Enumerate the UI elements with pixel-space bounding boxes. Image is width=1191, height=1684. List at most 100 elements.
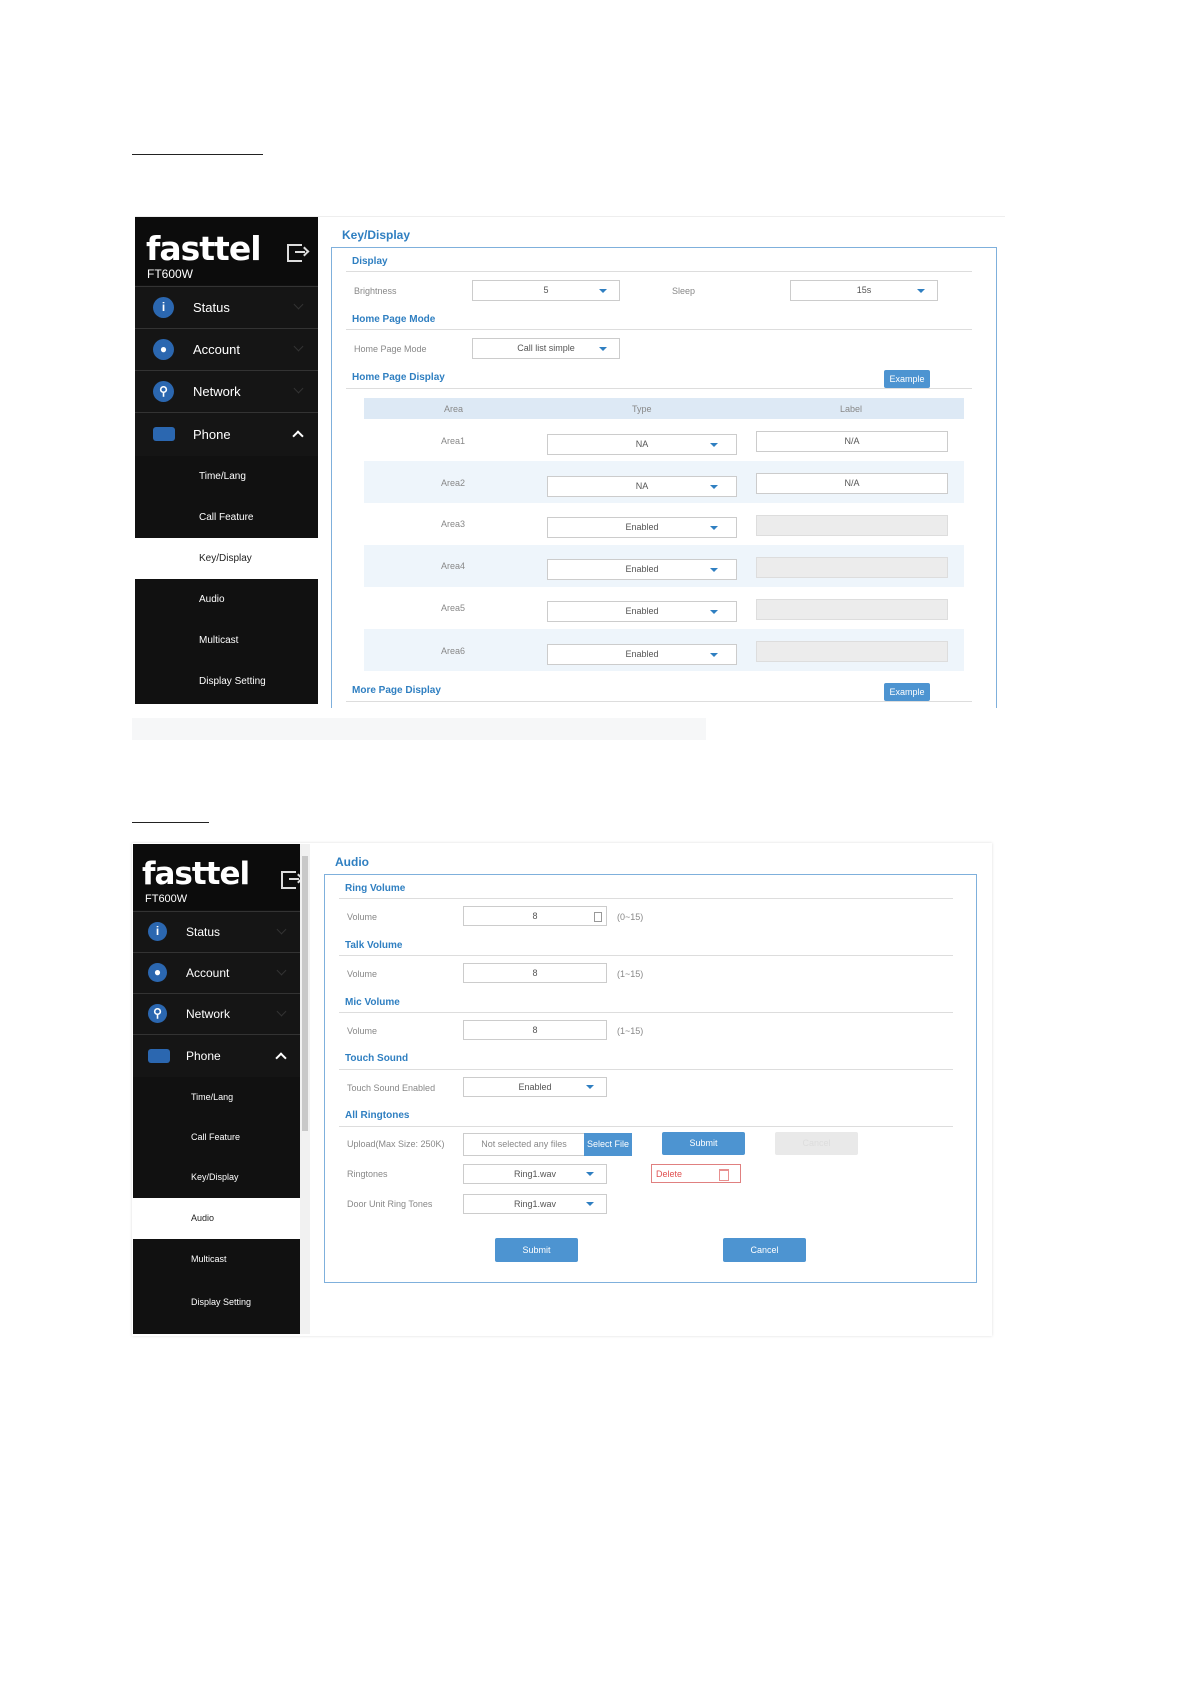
- page-title: Audio: [335, 855, 369, 869]
- type-value: Enabled: [625, 564, 659, 574]
- sub-label: Call Feature: [191, 1132, 241, 1142]
- type-value: Enabled: [625, 649, 659, 659]
- content-frame: Ring Volume Volume 8 (0~15) Talk Volume …: [324, 874, 977, 1283]
- select-file-button[interactable]: Select File: [584, 1133, 632, 1156]
- sub-key-display[interactable]: Key/Display: [135, 538, 318, 579]
- sub-label: Multicast: [199, 635, 239, 646]
- nav-status[interactable]: i Status: [133, 911, 300, 952]
- nav-account[interactable]: ● Account: [133, 952, 300, 993]
- sub-time-lang[interactable]: Time/Lang: [133, 1077, 300, 1117]
- sub-label: Display Setting: [199, 676, 266, 687]
- area-name: Area6: [441, 646, 466, 656]
- type-select[interactable]: Enabled: [547, 559, 737, 580]
- ringtones-label: Ringtones: [347, 1169, 388, 1179]
- upload-cancel-button: Cancel: [775, 1132, 858, 1155]
- chevron-down-icon: [276, 924, 287, 935]
- caret-down-icon: [586, 1085, 594, 1089]
- caret-down-icon: [917, 289, 925, 293]
- sub-display-setting[interactable]: Display Setting: [135, 661, 318, 704]
- nav-phone-label: Phone: [193, 427, 231, 442]
- ring-volume-label: Volume: [347, 912, 378, 922]
- nav-status[interactable]: i Status: [135, 286, 318, 328]
- section-home-page-mode: Home Page Mode: [352, 314, 436, 325]
- section-divider: [339, 1126, 953, 1127]
- chevron-down-icon: [276, 1006, 287, 1017]
- door-unit-value: Ring1.wav: [513, 1199, 557, 1209]
- area-name: Area2: [441, 478, 466, 488]
- sidebar-scrollbar[interactable]: [300, 844, 310, 1334]
- sub-label: Time/Lang: [199, 471, 246, 482]
- caret-down-icon: [586, 1172, 594, 1176]
- sub-multicast[interactable]: Multicast: [133, 1239, 300, 1279]
- table-row: Area6 Enabled: [364, 629, 964, 671]
- nav-account[interactable]: ● Account: [135, 328, 318, 370]
- nav-account-label: Account: [193, 342, 240, 357]
- logo-area: fasttel FT600W: [135, 217, 318, 285]
- nav-phone[interactable]: Phone: [135, 412, 318, 456]
- column-label: Label: [840, 404, 863, 414]
- delete-button[interactable]: Delete: [651, 1164, 741, 1183]
- brightness-label: Brightness: [354, 286, 397, 296]
- type-select[interactable]: NA: [547, 434, 737, 455]
- type-select[interactable]: Enabled: [547, 601, 737, 622]
- table-header: Area Type Label: [364, 398, 964, 419]
- caret-down-icon: [599, 347, 607, 351]
- example-button[interactable]: Example: [884, 683, 930, 701]
- section-ring-volume: Ring Volume: [345, 883, 406, 894]
- section-home-page-display: Home Page Display: [352, 372, 445, 383]
- sub-multicast[interactable]: Multicast: [135, 620, 318, 661]
- sub-key-display[interactable]: Key/Display: [133, 1157, 300, 1198]
- section-display: Display: [352, 256, 388, 267]
- nav-phone[interactable]: Phone: [133, 1034, 300, 1077]
- mic-volume-range: (1~15): [617, 1026, 644, 1036]
- type-select[interactable]: Enabled: [547, 517, 737, 538]
- type-value: NA: [635, 439, 649, 449]
- label-input[interactable]: N/A: [756, 473, 948, 494]
- upload-submit-button[interactable]: Submit: [662, 1132, 745, 1155]
- section-divider: [346, 701, 972, 702]
- touch-sound-select[interactable]: Enabled: [463, 1077, 607, 1097]
- sub-display-setting[interactable]: Display Setting: [133, 1279, 300, 1334]
- table-row: Area3 Enabled: [364, 503, 964, 545]
- sleep-select[interactable]: 15s: [790, 280, 938, 301]
- nav-network[interactable]: ⚲ Network: [133, 993, 300, 1034]
- brightness-select[interactable]: 5: [472, 280, 620, 301]
- chevron-up-icon: [292, 430, 304, 442]
- talk-volume-input[interactable]: 8: [463, 963, 607, 983]
- label-input[interactable]: N/A: [756, 431, 948, 452]
- ring-volume-input[interactable]: 8: [463, 906, 607, 926]
- type-select[interactable]: Enabled: [547, 644, 737, 665]
- sub-time-lang[interactable]: Time/Lang: [135, 456, 318, 497]
- ringtones-select[interactable]: Ring1.wav: [463, 1164, 607, 1184]
- section-divider: [346, 329, 972, 330]
- model-name: FT600W: [147, 267, 194, 281]
- scroll-thumb[interactable]: [302, 856, 308, 1131]
- content-frame: Display Brightness 5 Sleep 15s Home Page…: [331, 247, 997, 708]
- submit-button[interactable]: Submit: [495, 1238, 578, 1262]
- mic-volume-input[interactable]: 8: [463, 1020, 607, 1040]
- type-value: Enabled: [625, 522, 659, 532]
- sub-audio[interactable]: Audio: [133, 1198, 300, 1239]
- nav-account-label: Account: [186, 966, 230, 980]
- cancel-button[interactable]: Cancel: [723, 1238, 806, 1262]
- sub-call-feature[interactable]: Call Feature: [133, 1117, 300, 1157]
- door-unit-select[interactable]: Ring1.wav: [463, 1194, 607, 1214]
- phone-icon: [148, 1049, 170, 1063]
- type-select[interactable]: NA: [547, 476, 737, 497]
- chevron-down-icon: [293, 341, 304, 352]
- area-name: Area1: [441, 436, 466, 446]
- info-icon: i: [153, 297, 174, 318]
- nav-network[interactable]: ⚲ Network: [135, 370, 318, 412]
- sub-label: Key/Display: [199, 553, 252, 564]
- logout-icon[interactable]: [281, 871, 299, 889]
- example-button[interactable]: Example: [884, 370, 930, 388]
- area-name: Area5: [441, 603, 466, 613]
- home-page-mode-select[interactable]: Call list simple: [472, 338, 620, 359]
- heading-underline-2: [132, 822, 209, 823]
- sub-call-feature[interactable]: Call Feature: [135, 497, 318, 538]
- stepper-icon[interactable]: [594, 912, 602, 922]
- section-mic-volume: Mic Volume: [345, 997, 400, 1008]
- sub-audio[interactable]: Audio: [135, 579, 318, 620]
- section-divider: [339, 898, 953, 899]
- logout-icon[interactable]: [287, 244, 305, 262]
